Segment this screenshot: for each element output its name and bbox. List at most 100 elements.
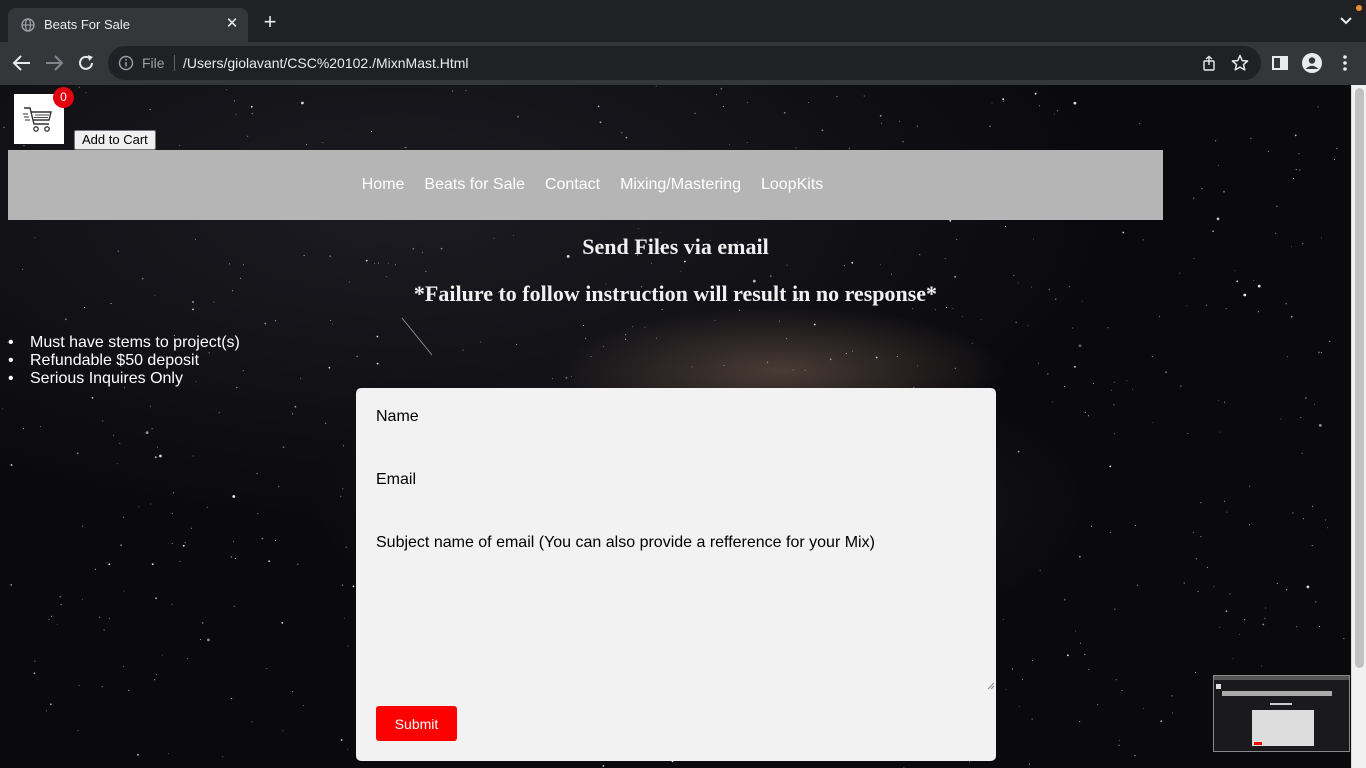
star <box>632 326 633 328</box>
resize-handle-icon[interactable] <box>987 682 995 690</box>
side-panel-icon[interactable] <box>1268 52 1292 74</box>
star <box>405 146 407 148</box>
star <box>694 112 696 114</box>
scrollbar-thumb[interactable] <box>1355 88 1364 668</box>
star <box>946 307 948 309</box>
star <box>1158 315 1160 317</box>
star <box>113 434 115 436</box>
star <box>264 322 267 325</box>
nav-item-beats-for-sale[interactable]: Beats for Sale <box>424 176 525 194</box>
star <box>934 309 936 311</box>
star <box>77 730 79 732</box>
star <box>1031 718 1033 720</box>
info-icon[interactable] <box>118 55 134 71</box>
star <box>517 115 519 118</box>
new-tab-icon[interactable]: + <box>260 11 280 33</box>
star <box>1295 168 1297 170</box>
add-to-cart-button[interactable]: Add to Cart <box>74 130 156 150</box>
name-input[interactable] <box>376 428 976 454</box>
star <box>1301 452 1303 454</box>
star <box>171 513 173 515</box>
reload-icon[interactable] <box>74 52 98 74</box>
nav-item-home[interactable]: Home <box>362 176 405 194</box>
star <box>347 645 349 647</box>
nav-item-loopkits[interactable]: LoopKits <box>761 176 823 194</box>
star <box>1067 654 1069 657</box>
star <box>229 263 231 265</box>
star <box>1172 712 1174 714</box>
star <box>991 102 993 104</box>
star <box>242 370 244 372</box>
submit-button[interactable]: Submit <box>376 706 457 741</box>
nav-item-mixing-mastering[interactable]: Mixing/Mastering <box>620 176 741 194</box>
star <box>122 666 124 667</box>
star <box>1286 589 1288 591</box>
star <box>356 355 358 357</box>
address-bar[interactable]: File /Users/giolavant/CSC%20102./MixnMas… <box>108 46 1261 80</box>
star <box>644 326 646 328</box>
star <box>10 464 13 466</box>
star <box>151 563 154 566</box>
star <box>22 268 24 270</box>
star-icon[interactable] <box>1231 54 1249 72</box>
name-label: Name <box>376 408 419 425</box>
star <box>119 443 121 444</box>
star <box>1250 137 1252 139</box>
more-menu-icon[interactable] <box>1333 52 1357 74</box>
star <box>1292 512 1294 514</box>
star <box>786 338 788 340</box>
star <box>1229 593 1231 595</box>
star <box>278 485 280 487</box>
star <box>728 144 730 145</box>
star <box>1079 721 1081 723</box>
close-tab-icon[interactable]: ✕ <box>224 16 240 32</box>
star <box>120 544 122 547</box>
star <box>33 672 36 675</box>
subject-label: Subject name of email (You can also prov… <box>376 534 875 551</box>
star <box>102 420 104 422</box>
star <box>218 412 220 414</box>
star <box>1075 630 1077 632</box>
star <box>1226 511 1228 513</box>
vertical-scrollbar[interactable] <box>1351 85 1366 768</box>
star <box>78 86 80 88</box>
star <box>1092 383 1094 385</box>
star <box>1118 739 1120 741</box>
star <box>128 689 130 691</box>
star <box>182 544 185 547</box>
screenshot-thumbnail-preview[interactable] <box>1213 675 1350 752</box>
star <box>659 232 661 233</box>
message-textarea[interactable] <box>376 558 996 691</box>
list-item: Refundable $50 deposit <box>8 352 240 370</box>
back-arrow-icon[interactable] <box>10 52 34 74</box>
star <box>1304 397 1307 399</box>
nav-item-contact[interactable]: Contact <box>545 176 600 194</box>
star <box>56 623 58 625</box>
star <box>747 102 749 104</box>
star <box>1160 720 1163 723</box>
shooting-star <box>401 317 433 356</box>
star <box>899 120 900 122</box>
profile-avatar-icon[interactable] <box>1300 52 1324 74</box>
star <box>404 147 406 149</box>
star <box>1114 608 1116 610</box>
forward-arrow-icon[interactable] <box>42 52 66 74</box>
star <box>99 616 101 618</box>
star <box>1063 385 1065 387</box>
star <box>1280 418 1282 420</box>
star <box>200 639 201 640</box>
share-icon[interactable] <box>1201 55 1217 71</box>
star <box>902 141 904 143</box>
url-text[interactable]: /Users/giolavant/CSC%20102./MixnMast.Htm… <box>183 55 469 71</box>
email-input[interactable] <box>376 491 976 517</box>
chevron-down-icon[interactable] <box>1338 14 1354 28</box>
star <box>425 270 427 272</box>
star <box>1088 668 1090 670</box>
nav-links: Home Beats for Sale Contact Mixing/Maste… <box>8 150 1163 220</box>
star <box>49 703 52 706</box>
star <box>235 113 237 115</box>
browser-tab[interactable]: Beats For Sale ✕ <box>8 8 248 42</box>
star <box>91 397 94 399</box>
star <box>1249 524 1251 526</box>
update-indicator <box>1356 5 1362 11</box>
